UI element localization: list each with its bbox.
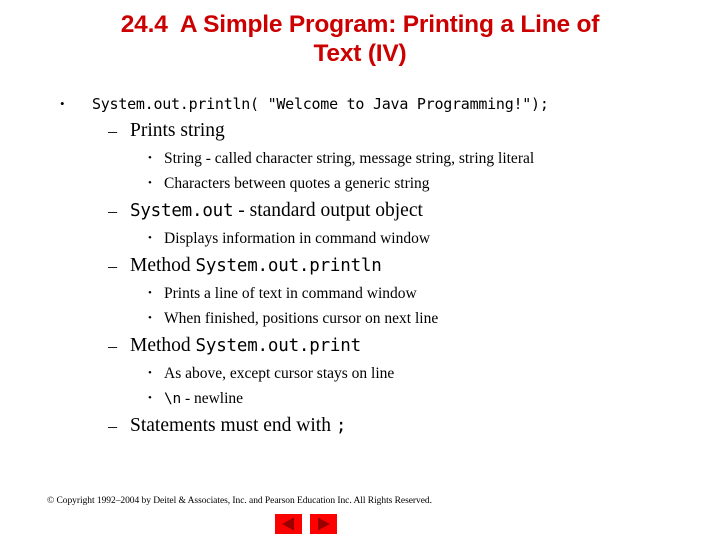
right-triangle-icon: [310, 514, 337, 534]
dot-bullet-icon: •: [148, 232, 152, 244]
dash-bullet-icon: –: [108, 256, 117, 276]
dash-bullet-icon: –: [108, 201, 117, 221]
previous-slide-button[interactable]: [275, 514, 302, 534]
outline-item-level-3: • \n - newline: [44, 386, 704, 411]
outline-item-text: \n - newline: [164, 386, 243, 412]
outline-item-level-2: – Prints string: [44, 116, 704, 146]
outline-item-level-3: • Displays information in command window: [44, 226, 704, 251]
dot-bullet-icon: •: [148, 152, 152, 164]
outline-item-level-3: • Characters between quotes a generic str…: [44, 171, 704, 196]
outline-item-text: Statements must end with ;: [130, 411, 346, 441]
dot-bullet-icon: •: [148, 367, 152, 379]
outline-item-level-2: – Method System.out.print: [44, 331, 704, 361]
dot-bullet-icon: •: [148, 312, 152, 324]
outline-item-level-2: – System.out - standard output object: [44, 196, 704, 226]
outline-item-text: System.out.println( "Welcome to Java Pro…: [92, 95, 549, 113]
outline-item-text-run: Method: [130, 255, 196, 276]
outline-item-level-1: • System.out.println( "Welcome to Java Pr…: [44, 92, 704, 116]
outline-item-level-2: – Statements must end with ;: [44, 411, 704, 441]
slide-navigation: [275, 514, 445, 536]
outline-item-level-3: • String - called character string, messa…: [44, 146, 704, 171]
inline-code: System.out.println: [195, 256, 382, 276]
copyright-footer: © Copyright 1992–2004 by Deitel & Associ…: [47, 496, 432, 506]
dot-bullet-icon: •: [60, 96, 65, 111]
outline-item-level-2: – Method System.out.println: [44, 251, 704, 281]
outline-item-text: When finished, positions cursor on next …: [164, 310, 439, 327]
outline-item-level-3: • When finished, positions cursor on next…: [44, 306, 704, 331]
outline-item-text: Method System.out.print: [130, 331, 361, 361]
outline-item-text: Prints string: [130, 120, 225, 141]
outline-item-text-run: Method: [130, 335, 196, 356]
outline-item-text: String - called character string, messag…: [164, 150, 535, 167]
dot-bullet-icon: •: [148, 177, 152, 189]
left-triangle-icon: [275, 514, 302, 534]
outline-item-text: As above, except cursor stays on line: [164, 365, 395, 382]
outline-item-text: Characters between quotes a generic stri…: [164, 175, 430, 192]
inline-code: System.out.print: [195, 336, 362, 356]
dash-bullet-icon: –: [108, 416, 117, 436]
outline-item-text-run: - newline: [181, 390, 244, 407]
dash-bullet-icon: –: [108, 336, 117, 356]
outline-item-text: Prints a line of text in command window: [164, 285, 417, 302]
inline-code: ;: [335, 416, 347, 436]
outline-item-text: Method System.out.println: [130, 251, 382, 281]
dot-bullet-icon: •: [148, 287, 152, 299]
dash-bullet-icon: –: [108, 121, 117, 141]
outline-item-text: System.out - standard output object: [130, 196, 423, 226]
slide-body-outline: • System.out.println( "Welcome to Java Pr…: [44, 92, 704, 441]
inline-code: System.out: [130, 201, 234, 221]
slide-title: 24.4 A Simple Program: Printing a Line o…: [120, 11, 600, 67]
dot-bullet-icon: •: [148, 392, 152, 404]
outline-item-level-3: • Prints a line of text in command window: [44, 281, 704, 306]
next-slide-button[interactable]: [310, 514, 337, 534]
outline-item-text: Displays information in command window: [164, 230, 431, 247]
outline-item-level-3: • As above, except cursor stays on line: [44, 361, 704, 386]
outline-item-text-run: - standard output object: [233, 200, 423, 221]
inline-code: \n: [164, 391, 182, 407]
outline-item-text-run: Statements must end with: [130, 415, 336, 436]
slide-canvas: 24.4 A Simple Program: Printing a Line o…: [0, 0, 720, 540]
